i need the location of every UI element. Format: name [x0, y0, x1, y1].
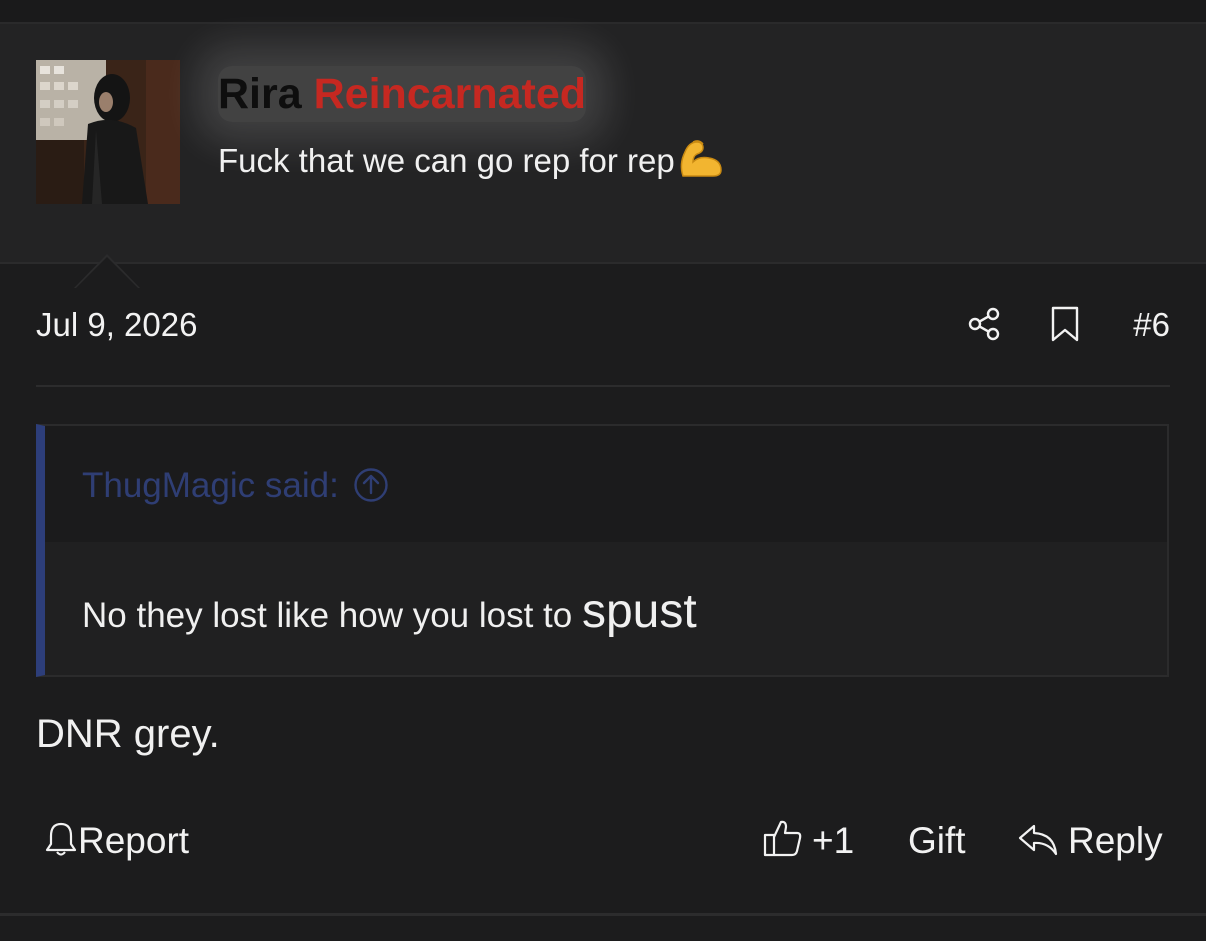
- top-bar-edge: [0, 0, 1206, 24]
- avatar-image: [36, 60, 180, 204]
- quote-header: ThugMagic said:: [45, 426, 1167, 542]
- post-date[interactable]: Jul 9, 2026: [36, 306, 197, 344]
- post-meta: Jul 9, 2026 #6: [36, 300, 1170, 350]
- arrow-up-circle-icon[interactable]: [353, 467, 389, 503]
- post-actions: Report +1 Gift Reply: [36, 818, 1170, 868]
- user-header: Rira Reincarnated Fuck that we can go re…: [0, 24, 1206, 288]
- quote-author-link[interactable]: ThugMagic said:: [82, 466, 389, 506]
- post-page: Rira Reincarnated Fuck that we can go re…: [0, 0, 1206, 941]
- quote-block: ThugMagic said: No they lost like how yo…: [36, 424, 1169, 677]
- username-last: Reincarnated: [313, 70, 587, 118]
- report-button[interactable]: Report: [44, 818, 189, 864]
- quote-body-large-word: spust: [581, 585, 697, 638]
- report-label: Report: [78, 820, 190, 861]
- gift-label: Gift: [908, 820, 966, 861]
- flexed-biceps-icon: [677, 138, 723, 189]
- username[interactable]: Rira Reincarnated: [218, 66, 587, 122]
- bottom-divider: [0, 913, 1206, 916]
- avatar[interactable]: [36, 60, 180, 204]
- quote-author-label: ThugMagic said:: [82, 466, 339, 505]
- user-title-text: Fuck that we can go rep for rep: [218, 142, 675, 180]
- quote-body-text: No they lost like how you lost to: [82, 596, 582, 635]
- reply-button[interactable]: Reply: [1016, 818, 1163, 864]
- header-pointer-fill: [76, 257, 138, 288]
- reply-label: Reply: [1068, 820, 1163, 861]
- like-button[interactable]: +1: [762, 818, 854, 864]
- like-count: +1: [812, 820, 855, 861]
- quote-body: No they lost like how you lost to spust: [82, 584, 697, 639]
- meta-divider: [36, 385, 1170, 387]
- share-icon[interactable]: [966, 306, 1002, 342]
- reply-arrow-icon: [1018, 824, 1058, 856]
- gift-button[interactable]: Gift: [908, 818, 966, 864]
- post-body: DNR grey.: [36, 712, 220, 756]
- username-first: Rira: [218, 70, 302, 118]
- user-title: Fuck that we can go rep for rep: [218, 138, 723, 189]
- thumbs-up-icon: [763, 820, 802, 857]
- bell-icon: [45, 822, 77, 856]
- bookmark-icon[interactable]: [1050, 306, 1080, 342]
- post-number[interactable]: #6: [1133, 306, 1170, 344]
